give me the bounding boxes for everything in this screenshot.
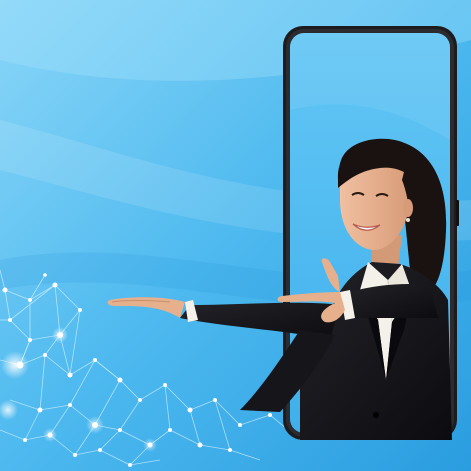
scene-illustration (0, 0, 471, 471)
phone-side-button (456, 200, 459, 226)
promo-banner-scene (0, 0, 471, 471)
suit-button (373, 412, 379, 418)
